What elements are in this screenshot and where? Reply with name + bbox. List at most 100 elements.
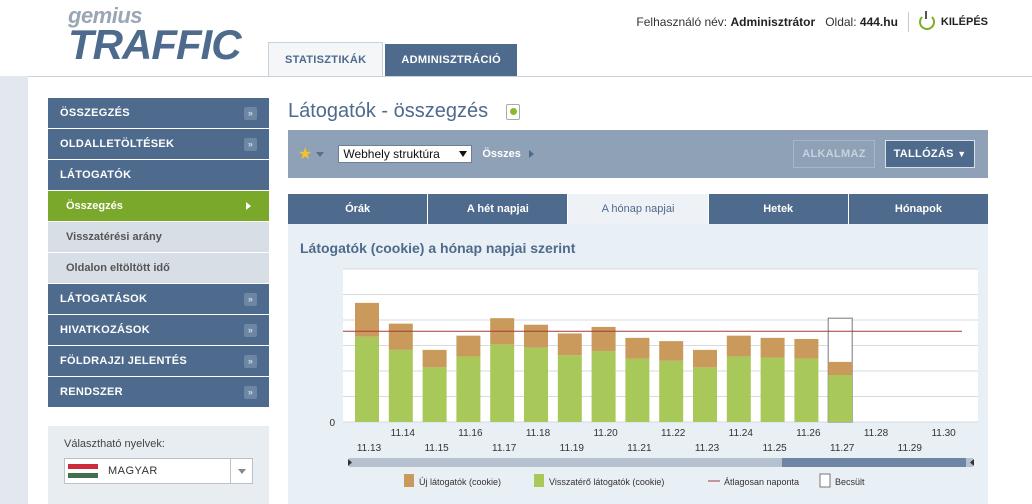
logo-bottom-text: TRAFFIC [68,21,242,68]
sidebar-item-label: ÖSSZEGZÉS [60,107,130,119]
sidebar-item-pageviews[interactable]: OLDALLETÖLTÉSEK » [48,129,269,159]
language-select[interactable]: MAGYAR [64,458,253,484]
tab-hours[interactable]: Órák [288,194,428,224]
legend-label: Becsült [835,477,865,487]
x-tick-label: 11.21 [627,443,652,454]
bar-returning[interactable] [524,347,548,422]
tab-months[interactable]: Hónapok [848,194,989,224]
bar-returning[interactable] [388,349,413,422]
sidebar-item-label: FÖLDRAJZI JELENTÉS [60,355,188,367]
apply-button[interactable]: ALKALMAZ [793,140,875,168]
breadcrumb-label: Összes [482,148,521,160]
bar-returning[interactable] [760,357,785,422]
sidebar-item-visitors[interactable]: LÁTOGATÓK [48,160,269,190]
bar-new[interactable] [693,349,717,368]
bar-new[interactable] [760,337,785,358]
sidebar-item-label: OLDALLETÖLTÉSEK [60,138,175,150]
legend-label: Új látogatók (cookie) [419,477,501,487]
bar-returning[interactable] [557,355,582,422]
x-tick-label: 11.19 [560,443,585,454]
bar-new[interactable] [625,337,650,359]
star-icon[interactable]: ★ [298,144,312,164]
language-value: MAGYAR [108,465,158,477]
bar-returning[interactable] [591,350,616,422]
arrow-right-icon [246,202,251,210]
bar-new[interactable] [422,349,447,368]
x-tick-label: 11.14 [391,428,416,439]
bar-new[interactable] [591,326,616,351]
sidebar-item-label: Visszatérési arány [66,231,162,243]
language-box: Választható nyelvek: MAGYAR [48,426,269,504]
visitors-chart: 0 11.13 11.14 11.15 11.16 11.17 11.18 11.19 11.2… [329,268,978,488]
sidebar-item-summary[interactable]: ÖSSZEGZÉS » [48,98,269,128]
user-label: Felhasználó név: [636,15,728,29]
tab-monthdays[interactable]: A hónap napjai [568,194,708,224]
sidebar-item-label: RENDSZER [60,386,123,398]
sidebar-subitem-time-on-site[interactable]: Oldalon eltöltött idő [48,253,269,283]
sidebar-subitem-return-rate[interactable]: Visszatérési arány [48,222,269,252]
bar-returning[interactable] [490,344,515,422]
tab-weeks[interactable]: Hetek [708,194,848,224]
bar-new[interactable] [828,361,853,376]
bar-new[interactable] [659,341,684,361]
bar-returning[interactable] [726,356,751,422]
x-tick-label: 11.15 [424,443,449,454]
bar-new[interactable] [557,333,582,356]
gemius-traffic-logo[interactable]: gemius TRAFFIC [68,5,242,68]
sidebar-item-label: Összegzés [66,200,123,212]
y-axis-zero-label: 0 [329,418,335,429]
x-tick-label: 11.18 [526,428,551,439]
site-name: 444.hu [859,15,898,29]
power-icon[interactable] [918,11,935,30]
bar-returning[interactable] [422,367,447,422]
bar-returning[interactable] [659,360,684,422]
tab-weekdays[interactable]: A hét napjai [428,194,568,224]
structure-select-value: Webhely struktúra [343,147,440,161]
sidebar-item-label: HIVATKOZÁSOK [60,324,150,336]
x-tick-label: 11.13 [357,443,382,454]
bar-returning[interactable] [355,336,379,422]
tab-administration[interactable]: ADMINISZTRÁCIÓ [385,44,517,76]
sidebar-item-referrers[interactable]: HIVATKOZÁSOK » [48,315,269,345]
chart-container: Látogatók (cookie) a hónap napjai szerin… [288,224,988,504]
chevron-down-icon: » [244,386,257,399]
filter-toolbar: ★ Webhely struktúra Összes ALKALMAZ TALL… [288,130,988,178]
sidebar-item-label: LÁTOGATÓK [60,169,132,181]
period-tabs: Órák A hét napjai A hónap napjai Hetek H… [288,194,989,224]
tab-statistics[interactable]: STATISZTIKÁK [268,42,384,76]
browse-button[interactable]: TALLÓZÁS ▼ [885,140,975,168]
sidebar-item-visits[interactable]: LÁTOGATÁSOK » [48,284,269,314]
sidebar-item-system[interactable]: RENDSZER » [48,377,269,407]
chevron-down-icon[interactable] [316,151,325,157]
x-tick-label: 11.28 [864,428,889,439]
logout-link[interactable]: KILÉPÉS [941,16,988,28]
bar-returning[interactable] [625,358,650,422]
x-tick-label: 11.25 [762,443,787,454]
sidebar-item-geo[interactable]: FÖLDRAJZI JELENTÉS » [48,346,269,376]
breadcrumb[interactable]: Összes [482,148,534,160]
x-tick-label: 11.26 [796,428,821,439]
chart-scrollbar-thumb[interactable] [782,458,966,467]
bar-new[interactable] [726,335,751,357]
page-title: Látogatók - összegzés [288,100,521,123]
user-name: Adminisztrátor [730,15,816,29]
dropdown-arrow-icon[interactable] [230,459,252,483]
structure-select[interactable]: Webhely struktúra [338,145,473,163]
bar-returning[interactable] [693,367,717,422]
bar-returning[interactable] [828,375,853,422]
chevron-down-icon: » [244,107,257,120]
x-tick-label: 11.24 [729,428,754,439]
legend-label: Átlagosan naponta [724,477,799,487]
bar-new[interactable] [456,335,481,357]
legend-swatch-new [404,474,414,487]
bar-returning[interactable] [456,356,481,422]
chevron-down-icon: ▼ [957,149,967,159]
help-icon[interactable] [506,103,521,120]
bar-returning[interactable] [794,358,819,422]
bar-new[interactable] [524,324,548,348]
bar-new[interactable] [794,338,819,359]
sidebar-subitem-summary[interactable]: Összegzés [48,191,269,221]
x-tick-label: 11.20 [593,428,618,439]
bar-new[interactable] [388,323,413,350]
x-tick-label: 11.17 [492,443,517,454]
